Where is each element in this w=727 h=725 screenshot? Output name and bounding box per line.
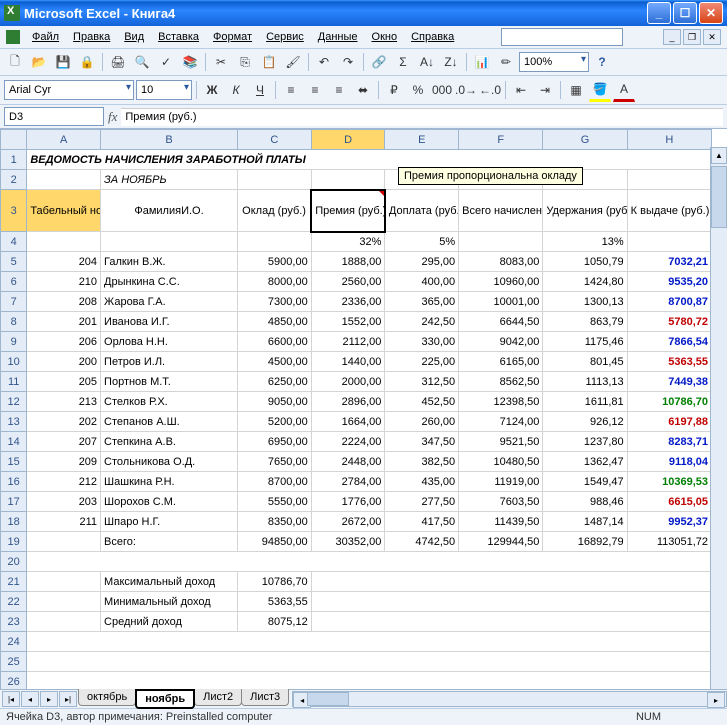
cut-icon[interactable]: ✂ [210,51,232,73]
formula-bar: D3 fx Премия (руб.) [0,105,727,129]
autosum-icon[interactable]: Σ [392,51,414,73]
tab-nav-first-icon[interactable]: |◂ [2,691,20,707]
sheet-tab-bar: |◂ ◂ ▸ ▸| октябрьноябрьЛист2Лист3 ◂ ▸ [0,689,727,708]
font-color-icon[interactable]: A [613,78,635,102]
font-name-combo[interactable]: Arial Cyr [4,80,134,100]
menu-help[interactable]: Справка [405,29,460,45]
worksheet-area: Премия пропорциональна окладу ABCDEFGH 1… [0,129,727,689]
sheet-tab-ноябрь[interactable]: ноябрь [135,689,195,709]
column-headers[interactable]: ABCDEFGH [1,130,712,150]
paste-icon[interactable]: 📋 [258,51,280,73]
open-icon[interactable]: 📂 [28,51,50,73]
save-icon[interactable]: 💾 [52,51,74,73]
menu-edit[interactable]: Правка [67,29,116,45]
hscroll-thumb[interactable] [307,692,349,706]
dec-indent-icon[interactable]: ⇤ [510,79,532,101]
tab-nav-last-icon[interactable]: ▸| [59,691,77,707]
underline-icon[interactable]: Ч [249,79,271,101]
window-title: Microsoft Excel - Книга4 [24,6,175,21]
active-cell[interactable]: Премия (руб.) [311,190,385,232]
format-painter-icon[interactable]: 🖌 [282,51,304,73]
comma-icon[interactable]: 000 [431,79,453,101]
permission-icon[interactable]: 🔒 [76,51,98,73]
cell-comment-tooltip: Премия пропорциональна окладу [398,167,583,185]
status-text: Ячейка D3, автор примечания: Preinstalle… [6,711,272,723]
inc-indent-icon[interactable]: ⇥ [534,79,556,101]
scroll-thumb[interactable] [711,166,727,228]
align-center-icon[interactable]: ≡ [304,79,326,101]
scroll-up-icon[interactable]: ▲ [711,147,727,164]
print-icon[interactable]: 🖨 [107,51,129,73]
chart-icon[interactable]: 📊 [471,51,493,73]
inc-decimal-icon[interactable]: .0→ [455,79,477,101]
copy-icon[interactable]: ⎘ [234,51,256,73]
status-num: NUM [636,711,661,723]
formatting-toolbar: Arial Cyr 10 Ж К Ч ≡ ≡ ≡ ⬌ ₽ % 000 .0→ ←… [0,76,727,105]
name-box[interactable]: D3 [4,107,104,126]
tab-nav-next-icon[interactable]: ▸ [40,691,58,707]
menu-bar: Файл Правка Вид Вставка Формат Сервис Да… [0,26,727,49]
menu-format[interactable]: Формат [207,29,258,45]
align-right-icon[interactable]: ≡ [328,79,350,101]
sheet-tab-Лист3[interactable]: Лист3 [241,689,289,706]
scroll-right-icon[interactable]: ▸ [707,692,725,708]
mdi-minimize[interactable]: _ [663,29,681,45]
excel-icon [4,5,20,21]
menu-window[interactable]: Окно [366,29,404,45]
drawing-icon[interactable]: ✏ [495,51,517,73]
fill-color-icon[interactable]: 🪣 [589,78,611,102]
sheet-tab-октябрь[interactable]: октябрь [78,689,136,706]
minimize-button[interactable]: _ [647,2,671,24]
help-search-box[interactable] [501,28,623,46]
percent-icon[interactable]: % [407,79,429,101]
hyperlink-icon[interactable]: 🔗 [368,51,390,73]
redo-icon[interactable]: ↷ [337,51,359,73]
menu-data[interactable]: Данные [312,29,364,45]
bold-icon[interactable]: Ж [201,79,223,101]
sort-asc-icon[interactable]: A↓ [416,51,438,73]
cell[interactable]: ВЕДОМОСТЬ НАЧИСЛЕНИЯ ЗАРАБОТНОЙ ПЛАТЫ [27,150,712,170]
sheet-tab-Лист2[interactable]: Лист2 [194,689,242,706]
zoom-combo[interactable]: 100% [519,52,589,72]
select-all-corner[interactable] [1,130,27,150]
doc-icon [6,30,20,44]
window-titlebar: Microsoft Excel - Книга4 _ ☐ ✕ [0,0,727,26]
preview-icon[interactable]: 🔍 [131,51,153,73]
dec-decimal-icon[interactable]: ←.0 [479,79,501,101]
menu-file[interactable]: Файл [26,29,65,45]
menu-view[interactable]: Вид [118,29,150,45]
mdi-close[interactable]: ✕ [703,29,721,45]
spell-icon[interactable]: ✓ [155,51,177,73]
help-icon[interactable]: ? [591,51,613,73]
currency-icon[interactable]: ₽ [383,79,405,101]
vertical-scrollbar[interactable]: ▲ [710,147,727,689]
new-icon[interactable]: 🗋 [4,51,26,73]
align-left-icon[interactable]: ≡ [280,79,302,101]
borders-icon[interactable]: ▦ [565,79,587,101]
menu-insert[interactable]: Вставка [152,29,205,45]
font-size-combo[interactable]: 10 [136,80,192,100]
undo-icon[interactable]: ↶ [313,51,335,73]
research-icon[interactable]: 📚 [179,51,201,73]
standard-toolbar: 🗋 📂 💾 🔒 🖨 🔍 ✓ 📚 ✂ ⎘ 📋 🖌 ↶ ↷ 🔗 Σ A↓ Z↓ 📊 … [0,49,727,76]
maximize-button[interactable]: ☐ [673,2,697,24]
close-button[interactable]: ✕ [699,2,723,24]
row-header[interactable]: 1 [1,150,27,170]
status-bar: Ячейка D3, автор примечания: Preinstalle… [0,708,727,725]
horizontal-scrollbar[interactable]: ◂ ▸ [292,691,727,707]
mdi-restore[interactable]: ❐ [683,29,701,45]
fx-icon[interactable]: fx [108,109,117,125]
italic-icon[interactable]: К [225,79,247,101]
formula-input[interactable]: Премия (руб.) [121,108,723,126]
sort-desc-icon[interactable]: Z↓ [440,51,462,73]
merge-icon[interactable]: ⬌ [352,79,374,101]
menu-tools[interactable]: Сервис [260,29,310,45]
tab-nav-prev-icon[interactable]: ◂ [21,691,39,707]
